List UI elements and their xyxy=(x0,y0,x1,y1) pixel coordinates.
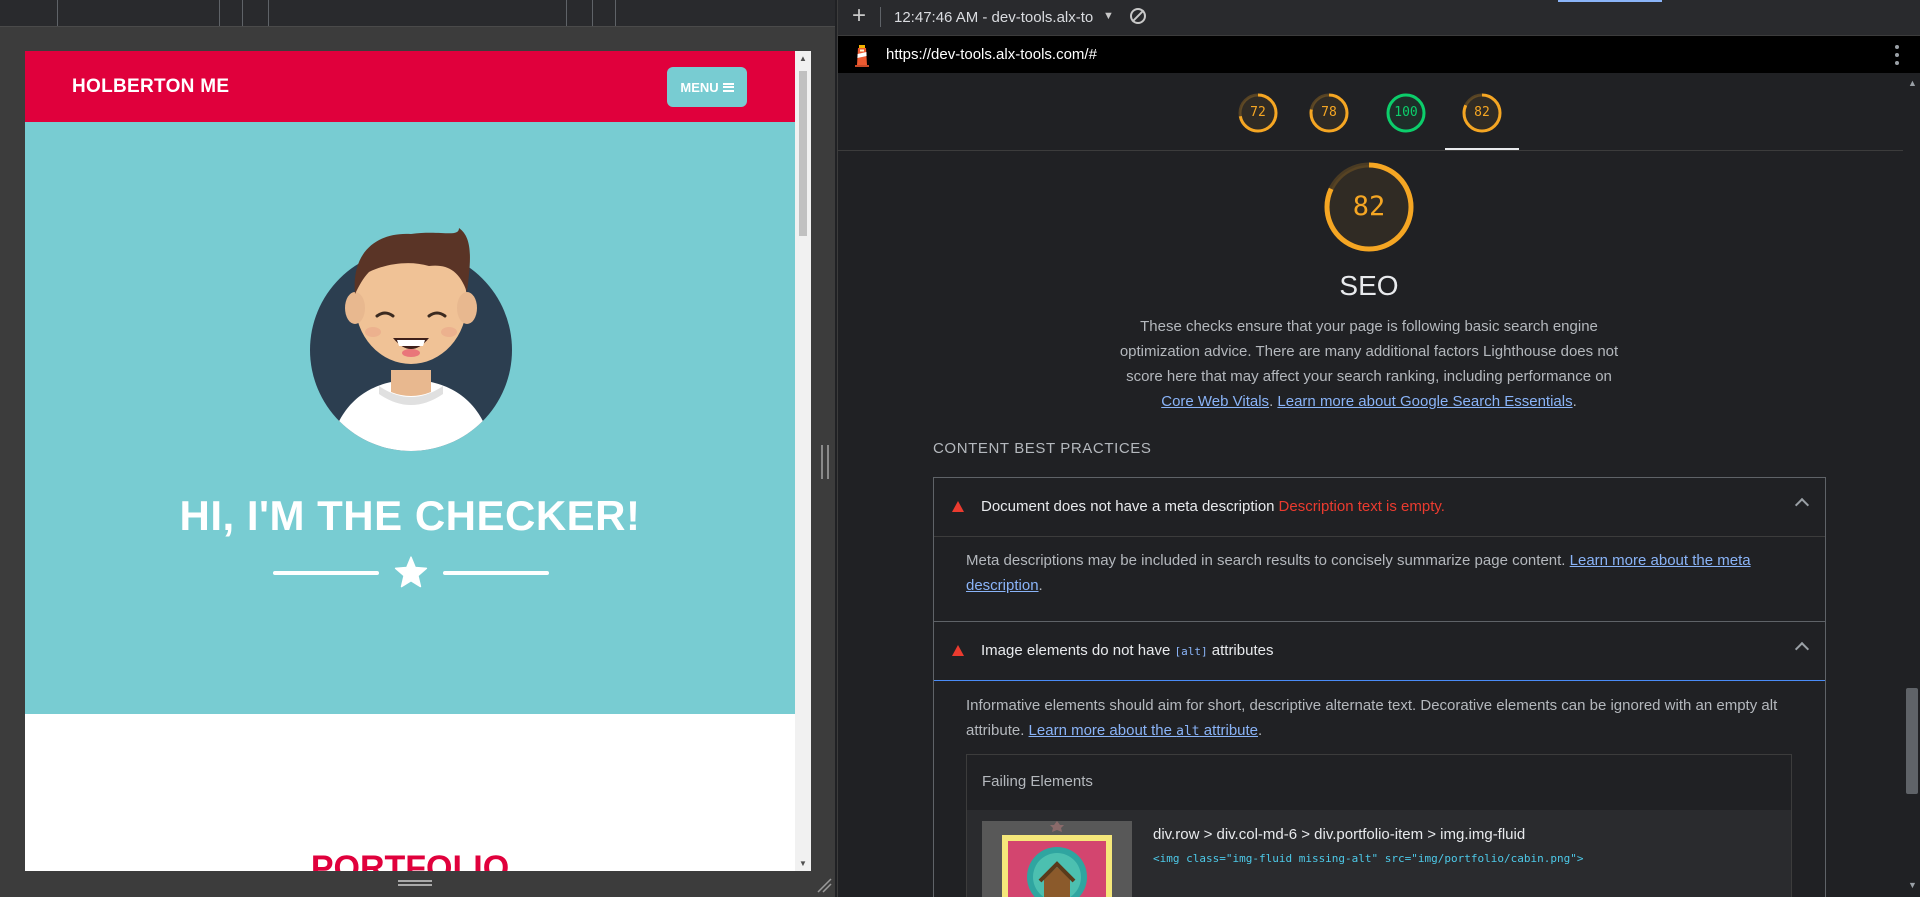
report-selector[interactable]: 12:47:46 AM - dev-tools.alx-to xyxy=(894,9,1093,26)
fail-triangle-icon xyxy=(952,501,964,512)
hamburger-icon xyxy=(722,82,734,92)
resize-corner-icon[interactable] xyxy=(816,877,832,893)
failing-elements-table: Failing Elements div.row > div.col-md-6 … xyxy=(966,754,1792,897)
scroll-down-icon[interactable]: ▼ xyxy=(1908,880,1917,890)
menu-label: MENU xyxy=(680,79,719,95)
toolbar-divider xyxy=(219,0,220,26)
device-viewport: HOLBERTON ME MENU HI, I'M THE CHECKER! P… xyxy=(25,51,811,871)
fail-triangle-icon xyxy=(952,645,964,656)
audit-description: Informative elements should aim for shor… xyxy=(966,697,1778,739)
report-content: 72 78 100 82 82 SEO These checks ensure … xyxy=(838,74,1920,897)
device-preview-pane: HOLBERTON ME MENU HI, I'M THE CHECKER! P… xyxy=(0,0,835,897)
gauge-tab-seo[interactable]: 82 xyxy=(1461,92,1503,134)
gauge-tab-performance[interactable]: 72 xyxy=(1237,92,1279,134)
clear-icon[interactable] xyxy=(1130,8,1146,24)
toolbar-divider xyxy=(242,0,243,26)
avatar-image xyxy=(309,220,513,452)
portfolio-title: PORTFOLIO xyxy=(310,849,510,871)
plus-icon[interactable]: + xyxy=(849,4,869,28)
report-url-bar: https://dev-tools.alx-tools.com/# xyxy=(838,36,1920,73)
chevron-up-icon[interactable] xyxy=(1794,641,1810,657)
site-navbar: HOLBERTON ME MENU xyxy=(25,51,795,122)
toolbar-separator xyxy=(880,7,881,27)
dropdown-arrow-icon[interactable]: ▼ xyxy=(1103,10,1114,22)
category-gauge-tabs: 72 78 100 82 xyxy=(838,74,1920,151)
star-icon xyxy=(394,556,428,588)
audit-description: Meta descriptions may be included in sea… xyxy=(966,552,1751,594)
gauge-tab-accessibility[interactable]: 78 xyxy=(1308,92,1350,134)
audit-image-alt: Image elements do not have [alt] attribu… xyxy=(933,622,1826,897)
group-title: CONTENT BEST PRACTICES xyxy=(933,440,1152,457)
seo-score: 82 xyxy=(1352,191,1386,222)
lighthouse-icon xyxy=(855,45,869,67)
scroll-down-icon[interactable]: ▼ xyxy=(799,859,807,868)
scroll-thumb[interactable] xyxy=(1906,688,1918,794)
hero-title: HI, I'M THE CHECKER! xyxy=(179,492,641,539)
lighthouse-panel: + 12:47:46 AM - dev-tools.alx-to ▼ https… xyxy=(837,0,1920,897)
audit-header[interactable]: Document does not have a meta descriptio… xyxy=(934,478,1825,537)
toolbar-divider xyxy=(566,0,567,26)
scroll-thumb[interactable] xyxy=(799,71,807,236)
width-resize-handle[interactable] xyxy=(821,445,829,479)
toolbar-divider xyxy=(615,0,616,26)
star-divider xyxy=(273,555,549,591)
category-title: SEO xyxy=(1339,270,1399,301)
toolbar-divider xyxy=(57,0,58,26)
hero-section: HI, I'M THE CHECKER! xyxy=(25,122,795,714)
seo-score-gauge: 82 xyxy=(1322,160,1416,254)
description-text: These checks ensure that your page is fo… xyxy=(1119,318,1619,385)
audit-meta-description: Document does not have a meta descriptio… xyxy=(933,477,1826,622)
audit-title: Document does not have a meta descriptio… xyxy=(981,498,1445,515)
gauge-tab-best-practices[interactable]: 100 xyxy=(1385,92,1427,134)
gauge-score: 72 xyxy=(1250,105,1266,120)
more-options-icon[interactable] xyxy=(1895,45,1899,65)
scroll-up-icon[interactable]: ▲ xyxy=(799,54,807,63)
menu-button[interactable]: MENU xyxy=(667,67,747,107)
audit-header[interactable]: Image elements do not have [alt] attribu… xyxy=(934,622,1825,681)
node-snippet[interactable]: <img class="img-fluid missing-alt" src="… xyxy=(1153,852,1583,865)
gauge-score: 82 xyxy=(1474,105,1490,120)
element-screenshot xyxy=(982,821,1132,897)
active-tab-indicator xyxy=(1558,0,1662,2)
gauge-score: 100 xyxy=(1394,105,1418,120)
report-url: https://dev-tools.alx-tools.com/# xyxy=(886,46,1097,63)
portfolio-section: PORTFOLIO xyxy=(25,714,795,871)
toolbar-divider xyxy=(592,0,593,26)
site-brand[interactable]: HOLBERTON ME xyxy=(72,76,229,98)
search-essentials-link[interactable]: Learn more about Google Search Essential… xyxy=(1277,393,1572,410)
device-toolbar xyxy=(0,0,835,27)
table-header: Failing Elements xyxy=(982,773,1093,790)
scroll-up-icon[interactable]: ▲ xyxy=(1908,78,1917,88)
device-scrollbar[interactable]: ▲ ▼ xyxy=(795,51,811,871)
learn-more-link[interactable]: Learn more about the alt attribute xyxy=(1029,722,1258,739)
report-scrollbar[interactable]: ▲ ▼ xyxy=(1903,74,1920,897)
gauge-score: 78 xyxy=(1321,105,1337,120)
height-resize-handle[interactable] xyxy=(398,878,432,888)
node-path: div.row > div.col-md-6 > div.portfolio-i… xyxy=(1153,826,1526,843)
toolbar-divider xyxy=(268,0,269,26)
audit-display-value: Description text is empty. xyxy=(1278,498,1445,515)
lighthouse-toolbar: + 12:47:46 AM - dev-tools.alx-to ▼ xyxy=(838,0,1920,36)
category-description: These checks ensure that your page is fo… xyxy=(1119,318,1619,410)
chevron-up-icon[interactable] xyxy=(1794,497,1810,513)
core-web-vitals-link[interactable]: Core Web Vitals xyxy=(1161,393,1269,410)
audit-title: Image elements do not have [alt] attribu… xyxy=(981,642,1274,659)
table-row[interactable]: div.row > div.col-md-6 > div.portfolio-i… xyxy=(967,810,1791,897)
selected-tab-underline xyxy=(1445,148,1519,150)
